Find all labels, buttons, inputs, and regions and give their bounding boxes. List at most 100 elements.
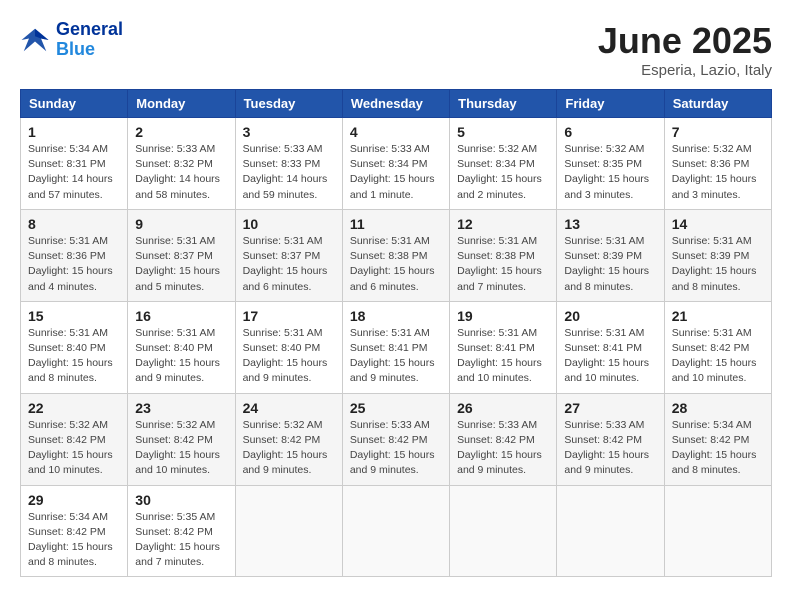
day-info: Sunrise: 5:32 AM Sunset: 8:42 PM Dayligh… xyxy=(135,418,227,479)
day-info: Sunrise: 5:33 AM Sunset: 8:33 PM Dayligh… xyxy=(243,142,335,203)
day-number: 23 xyxy=(135,400,227,416)
day-cell: 13 Sunrise: 5:31 AM Sunset: 8:39 PM Dayli… xyxy=(557,209,664,301)
day-number: 11 xyxy=(350,216,442,232)
day-number: 3 xyxy=(243,124,335,140)
week-row-1: 1Sunrise: 5:34 AM Sunset: 8:31 PM Daylig… xyxy=(21,118,772,210)
weekday-header-thursday: Thursday xyxy=(450,90,557,118)
day-info: Sunrise: 5:33 AM Sunset: 8:42 PM Dayligh… xyxy=(457,418,549,479)
day-info: Sunrise: 5:31 AM Sunset: 8:39 PM Dayligh… xyxy=(564,234,656,295)
day-number: 29 xyxy=(28,492,120,508)
day-number: 16 xyxy=(135,308,227,324)
day-info: Sunrise: 5:32 AM Sunset: 8:34 PM Dayligh… xyxy=(457,142,549,203)
weekday-header-tuesday: Tuesday xyxy=(235,90,342,118)
day-number: 7 xyxy=(672,124,764,140)
day-info: Sunrise: 5:31 AM Sunset: 8:40 PM Dayligh… xyxy=(135,326,227,387)
location: Esperia, Lazio, Italy xyxy=(598,62,772,79)
day-cell xyxy=(557,485,664,577)
day-info: Sunrise: 5:32 AM Sunset: 8:42 PM Dayligh… xyxy=(243,418,335,479)
day-cell: 12 Sunrise: 5:31 AM Sunset: 8:38 PM Dayli… xyxy=(450,209,557,301)
day-info: Sunrise: 5:31 AM Sunset: 8:36 PM Dayligh… xyxy=(28,234,120,295)
day-number: 24 xyxy=(243,400,335,416)
day-info: Sunrise: 5:32 AM Sunset: 8:35 PM Dayligh… xyxy=(564,142,656,203)
day-cell: 17 Sunrise: 5:31 AM Sunset: 8:40 PM Dayli… xyxy=(235,301,342,393)
day-info: Sunrise: 5:33 AM Sunset: 8:42 PM Dayligh… xyxy=(564,418,656,479)
weekday-header-friday: Friday xyxy=(557,90,664,118)
day-cell: 19Sunrise: 5:31 AM Sunset: 8:41 PM Dayli… xyxy=(450,301,557,393)
day-number: 22 xyxy=(28,400,120,416)
day-number: 14 xyxy=(672,216,764,232)
week-row-3: 15Sunrise: 5:31 AM Sunset: 8:40 PM Dayli… xyxy=(21,301,772,393)
weekday-header-monday: Monday xyxy=(128,90,235,118)
day-number: 5 xyxy=(457,124,549,140)
day-info: Sunrise: 5:31 AM Sunset: 8:41 PM Dayligh… xyxy=(457,326,549,387)
day-info: Sunrise: 5:31 AM Sunset: 8:42 PM Dayligh… xyxy=(672,326,764,387)
day-info: Sunrise: 5:31 AM Sunset: 8:41 PM Dayligh… xyxy=(564,326,656,387)
day-number: 8 xyxy=(28,216,120,232)
day-info: Sunrise: 5:31 AM Sunset: 8:37 PM Dayligh… xyxy=(135,234,227,295)
day-number: 6 xyxy=(564,124,656,140)
weekday-header-wednesday: Wednesday xyxy=(342,90,449,118)
week-row-4: 22 Sunrise: 5:32 AM Sunset: 8:42 PM Dayli… xyxy=(21,393,772,485)
day-cell: 5 Sunrise: 5:32 AM Sunset: 8:34 PM Daylig… xyxy=(450,118,557,210)
day-info: Sunrise: 5:31 AM Sunset: 8:40 PM Dayligh… xyxy=(243,326,335,387)
day-cell: 16 Sunrise: 5:31 AM Sunset: 8:40 PM Dayli… xyxy=(128,301,235,393)
day-info: Sunrise: 5:33 AM Sunset: 8:42 PM Dayligh… xyxy=(350,418,442,479)
day-info: Sunrise: 5:31 AM Sunset: 8:37 PM Dayligh… xyxy=(243,234,335,295)
day-number: 20 xyxy=(564,308,656,324)
day-number: 18 xyxy=(350,308,442,324)
week-row-5: 29Sunrise: 5:34 AM Sunset: 8:42 PM Dayli… xyxy=(21,485,772,577)
day-cell: 28Sunrise: 5:34 AM Sunset: 8:42 PM Dayli… xyxy=(664,393,771,485)
calendar-table: SundayMondayTuesdayWednesdayThursdayFrid… xyxy=(20,89,772,577)
day-info: Sunrise: 5:32 AM Sunset: 8:36 PM Dayligh… xyxy=(672,142,764,203)
day-cell: 20 Sunrise: 5:31 AM Sunset: 8:41 PM Dayli… xyxy=(557,301,664,393)
day-info: Sunrise: 5:31 AM Sunset: 8:41 PM Dayligh… xyxy=(350,326,442,387)
day-cell: 18 Sunrise: 5:31 AM Sunset: 8:41 PM Dayli… xyxy=(342,301,449,393)
day-cell xyxy=(342,485,449,577)
day-info: Sunrise: 5:34 AM Sunset: 8:42 PM Dayligh… xyxy=(672,418,764,479)
day-number: 13 xyxy=(564,216,656,232)
day-cell: 29Sunrise: 5:34 AM Sunset: 8:42 PM Dayli… xyxy=(21,485,128,577)
logo-text: General Blue xyxy=(56,20,123,60)
day-number: 30 xyxy=(135,492,227,508)
day-cell: 11 Sunrise: 5:31 AM Sunset: 8:38 PM Dayli… xyxy=(342,209,449,301)
weekday-header-saturday: Saturday xyxy=(664,90,771,118)
day-cell: 1Sunrise: 5:34 AM Sunset: 8:31 PM Daylig… xyxy=(21,118,128,210)
day-cell: 21Sunrise: 5:31 AM Sunset: 8:42 PM Dayli… xyxy=(664,301,771,393)
day-number: 1 xyxy=(28,124,120,140)
logo: General Blue xyxy=(20,20,123,60)
day-number: 17 xyxy=(243,308,335,324)
day-cell: 7 Sunrise: 5:32 AM Sunset: 8:36 PM Daylig… xyxy=(664,118,771,210)
day-cell: 3 Sunrise: 5:33 AM Sunset: 8:33 PM Daylig… xyxy=(235,118,342,210)
day-cell: 26 Sunrise: 5:33 AM Sunset: 8:42 PM Dayli… xyxy=(450,393,557,485)
day-cell: 14 Sunrise: 5:31 AM Sunset: 8:39 PM Dayli… xyxy=(664,209,771,301)
day-info: Sunrise: 5:31 AM Sunset: 8:38 PM Dayligh… xyxy=(457,234,549,295)
day-number: 12 xyxy=(457,216,549,232)
day-cell: 30 Sunrise: 5:35 AM Sunset: 8:42 PM Dayli… xyxy=(128,485,235,577)
day-info: Sunrise: 5:31 AM Sunset: 8:38 PM Dayligh… xyxy=(350,234,442,295)
day-cell: 25Sunrise: 5:33 AM Sunset: 8:42 PM Dayli… xyxy=(342,393,449,485)
day-number: 26 xyxy=(457,400,549,416)
page-header: General Blue June 2025 Esperia, Lazio, I… xyxy=(20,20,772,79)
day-cell: 2Sunrise: 5:33 AM Sunset: 8:32 PM Daylig… xyxy=(128,118,235,210)
day-number: 10 xyxy=(243,216,335,232)
week-row-2: 8 Sunrise: 5:31 AM Sunset: 8:36 PM Daylig… xyxy=(21,209,772,301)
day-number: 27 xyxy=(564,400,656,416)
day-cell: 23 Sunrise: 5:32 AM Sunset: 8:42 PM Dayli… xyxy=(128,393,235,485)
day-number: 9 xyxy=(135,216,227,232)
day-info: Sunrise: 5:35 AM Sunset: 8:42 PM Dayligh… xyxy=(135,510,227,571)
day-cell: 4Sunrise: 5:33 AM Sunset: 8:34 PM Daylig… xyxy=(342,118,449,210)
day-cell: 27 Sunrise: 5:33 AM Sunset: 8:42 PM Dayli… xyxy=(557,393,664,485)
weekday-header-row: SundayMondayTuesdayWednesdayThursdayFrid… xyxy=(21,90,772,118)
day-cell: 10 Sunrise: 5:31 AM Sunset: 8:37 PM Dayli… xyxy=(235,209,342,301)
day-cell: 24 Sunrise: 5:32 AM Sunset: 8:42 PM Dayli… xyxy=(235,393,342,485)
day-number: 4 xyxy=(350,124,442,140)
day-number: 2 xyxy=(135,124,227,140)
day-cell: 15Sunrise: 5:31 AM Sunset: 8:40 PM Dayli… xyxy=(21,301,128,393)
day-info: Sunrise: 5:32 AM Sunset: 8:42 PM Dayligh… xyxy=(28,418,120,479)
day-cell: 8 Sunrise: 5:31 AM Sunset: 8:36 PM Daylig… xyxy=(21,209,128,301)
day-cell xyxy=(450,485,557,577)
month-year: June 2025 xyxy=(598,20,772,62)
day-cell: 22 Sunrise: 5:32 AM Sunset: 8:42 PM Dayli… xyxy=(21,393,128,485)
logo-icon xyxy=(20,25,50,55)
day-info: Sunrise: 5:31 AM Sunset: 8:39 PM Dayligh… xyxy=(672,234,764,295)
